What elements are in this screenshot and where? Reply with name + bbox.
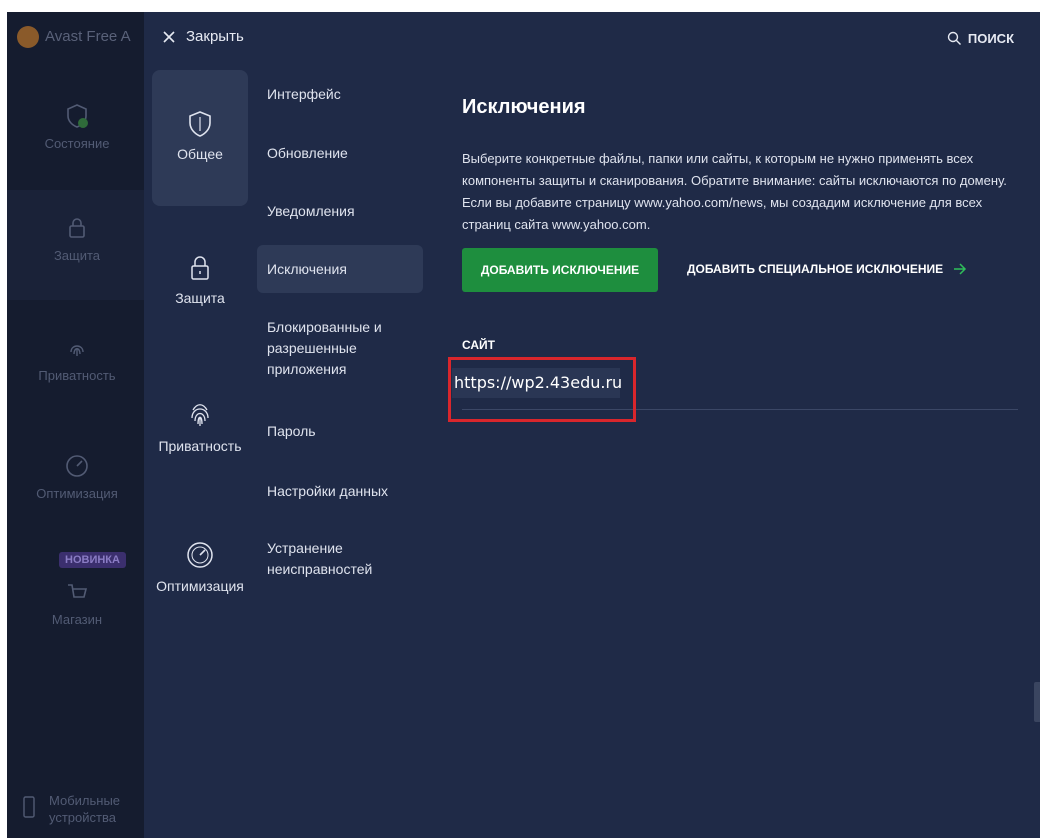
page-description: Выберите конкретные файлы, папки или сай…	[462, 151, 1007, 232]
subitem-interface[interactable]: Интерфейс	[257, 84, 423, 105]
category-general[interactable]: Общее	[152, 70, 248, 206]
subitem-update[interactable]: Обновление	[257, 143, 423, 164]
subitem-password[interactable]: Пароль	[257, 421, 423, 442]
nav-store[interactable]: Магазин	[7, 578, 147, 627]
app-sidebar: Avast Free A Состояние Защита Приватност…	[7, 12, 147, 838]
app-window: Avast Free A Состояние Защита Приватност…	[7, 12, 1040, 838]
new-badge: НОВИНКА	[59, 552, 126, 568]
page-title: Исключения	[462, 96, 586, 118]
scroll-handle[interactable]	[1034, 682, 1040, 722]
search-icon	[947, 31, 961, 45]
settings-panel: Закрыть ПОИСК Общее Защита Приватность О…	[144, 12, 1040, 838]
site-column-header: САЙТ	[462, 338, 495, 352]
phone-icon	[23, 796, 35, 818]
close-button[interactable]: Закрыть	[162, 28, 244, 45]
lock-icon	[69, 218, 85, 238]
shield-icon	[189, 111, 211, 137]
add-special-exclusion-button[interactable]: ДОБАВИТЬ СПЕЦИАЛЬНОЕ ИСКЛЮЧЕНИЕ	[687, 262, 967, 276]
nav-mobile[interactable]: Мобильные устройства	[7, 792, 147, 826]
subitem-exclusions[interactable]: Исключения	[257, 245, 423, 293]
app-title: Avast Free A	[17, 26, 131, 48]
arrow-right-icon	[954, 263, 967, 275]
cart-icon	[68, 584, 88, 598]
speedometer-icon	[187, 542, 213, 568]
avast-logo-icon	[17, 26, 39, 48]
add-exclusion-button[interactable]: ДОБАВИТЬ ИСКЛЮЧЕНИЕ	[462, 248, 658, 292]
shield-check-icon	[67, 104, 88, 128]
nav-status[interactable]: Состояние	[7, 102, 147, 151]
speedometer-icon	[66, 455, 88, 477]
category-optimization[interactable]: Оптимизация	[152, 540, 248, 594]
nav-optimization[interactable]: Оптимизация	[7, 452, 147, 501]
fingerprint-icon	[70, 345, 84, 356]
subitem-data-settings[interactable]: Настройки данных	[257, 481, 423, 502]
subitem-troubleshooting[interactable]: Устранение неисправностей	[257, 538, 407, 580]
nav-privacy[interactable]: Приватность	[7, 334, 147, 383]
highlight-annotation	[448, 357, 636, 422]
lock-icon	[191, 256, 209, 280]
close-icon	[163, 30, 175, 43]
category-privacy[interactable]: Приватность	[152, 398, 248, 454]
subitem-notifications[interactable]: Уведомления	[257, 201, 423, 222]
nav-protection[interactable]: Защита	[7, 190, 147, 300]
search-button[interactable]: ПОИСК	[947, 31, 1014, 46]
fingerprint-icon	[191, 404, 209, 426]
subitem-blocked-allowed-apps[interactable]: Блокированные и разрешенные приложения	[257, 317, 423, 380]
category-protection[interactable]: Защита	[152, 254, 248, 306]
